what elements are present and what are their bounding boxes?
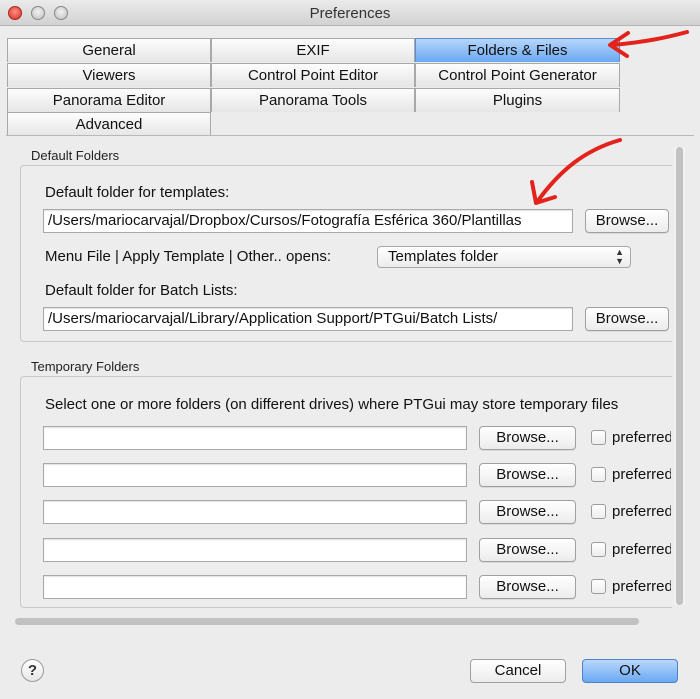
- temporary-folders-description: Select one or more folders (on different…: [45, 396, 619, 413]
- tab-folders-files[interactable]: Folders & Files: [415, 38, 620, 62]
- batch-lists-folder-label: Default folder for Batch Lists:: [45, 282, 238, 299]
- templates-browse-button[interactable]: Browse...: [585, 209, 669, 233]
- temp-folder-field[interactable]: [43, 500, 467, 524]
- apply-template-opens-value: Templates folder: [388, 248, 499, 265]
- default-folders-heading: Default Folders: [31, 148, 120, 163]
- temp-folder-browse-button[interactable]: Browse...: [479, 575, 576, 599]
- tab-row: Viewers Control Point Editor Control Poi…: [7, 63, 620, 87]
- ok-button[interactable]: OK: [582, 659, 678, 683]
- tab-general[interactable]: General: [7, 38, 211, 62]
- tab-plugins[interactable]: Plugins: [415, 88, 620, 112]
- temp-folder-browse-button[interactable]: Browse...: [479, 463, 576, 487]
- tab-advanced[interactable]: Advanced: [7, 112, 211, 136]
- batch-lists-browse-button[interactable]: Browse...: [585, 307, 669, 331]
- tab-control-point-editor[interactable]: Control Point Editor: [211, 63, 415, 87]
- temp-folder-field[interactable]: [43, 463, 467, 487]
- apply-template-opens-label: Menu File | Apply Template | Other.. ope…: [45, 248, 332, 265]
- window-title: Preferences: [309, 5, 391, 22]
- temp-folder-preferred-checkbox[interactable]: [591, 579, 606, 594]
- temp-folder-field[interactable]: [43, 575, 467, 599]
- temp-folder-field[interactable]: [43, 426, 467, 450]
- vertical-scrollbar-thumb[interactable]: [676, 147, 683, 605]
- temp-folder-preferred-label: preferred: [612, 466, 671, 483]
- batch-lists-folder-field[interactable]: /Users/mariocarvajal/Library/Application…: [43, 307, 573, 331]
- horizontal-scrollbar[interactable]: [13, 615, 673, 627]
- temp-folder-preferred-checkbox[interactable]: [591, 467, 606, 482]
- apply-template-opens-select[interactable]: Templates folder ▲ ▼: [377, 246, 631, 268]
- tab-viewers[interactable]: Viewers: [7, 63, 211, 87]
- temp-folder-preferred-label: preferred: [612, 503, 671, 520]
- tab-panorama-editor[interactable]: Panorama Editor: [7, 88, 211, 112]
- tab-control-point-generator[interactable]: Control Point Generator: [415, 63, 620, 87]
- tab-row: General EXIF Folders & Files: [7, 38, 620, 62]
- vertical-scrollbar[interactable]: [674, 147, 685, 605]
- tab-panorama-tools[interactable]: Panorama Tools: [211, 88, 415, 112]
- temp-folder-preferred-checkbox[interactable]: [591, 504, 606, 519]
- temp-folder-preferred-label: preferred: [612, 578, 671, 595]
- templates-folder-field[interactable]: /Users/mariocarvajal/Dropbox/Cursos/Foto…: [43, 209, 573, 233]
- cancel-button[interactable]: Cancel: [470, 659, 566, 683]
- title-bar: Preferences: [0, 0, 700, 26]
- temp-folder-preferred-checkbox[interactable]: [591, 430, 606, 445]
- help-button[interactable]: ?: [21, 659, 44, 682]
- templates-folder-label: Default folder for templates:: [45, 184, 230, 201]
- tab-row: Panorama Editor Panorama Tools Plugins: [7, 88, 620, 112]
- temp-folder-preferred-label: preferred: [612, 541, 671, 558]
- temp-folder-browse-button[interactable]: Browse...: [479, 500, 576, 524]
- annotation-arrow: [608, 30, 689, 58]
- select-arrows-icon: ▲ ▼: [615, 247, 624, 266]
- tab-exif[interactable]: EXIF: [211, 38, 415, 62]
- temp-folder-browse-button[interactable]: Browse...: [479, 426, 576, 450]
- temporary-folders-heading: Temporary Folders: [31, 359, 140, 374]
- tab-row: Advanced: [7, 112, 211, 136]
- temp-folder-field[interactable]: [43, 538, 467, 562]
- temp-folder-browse-button[interactable]: Browse...: [479, 538, 576, 562]
- temp-folder-preferred-checkbox[interactable]: [591, 542, 606, 557]
- temp-folder-preferred-label: preferred: [612, 429, 671, 446]
- horizontal-scrollbar-thumb[interactable]: [15, 618, 639, 625]
